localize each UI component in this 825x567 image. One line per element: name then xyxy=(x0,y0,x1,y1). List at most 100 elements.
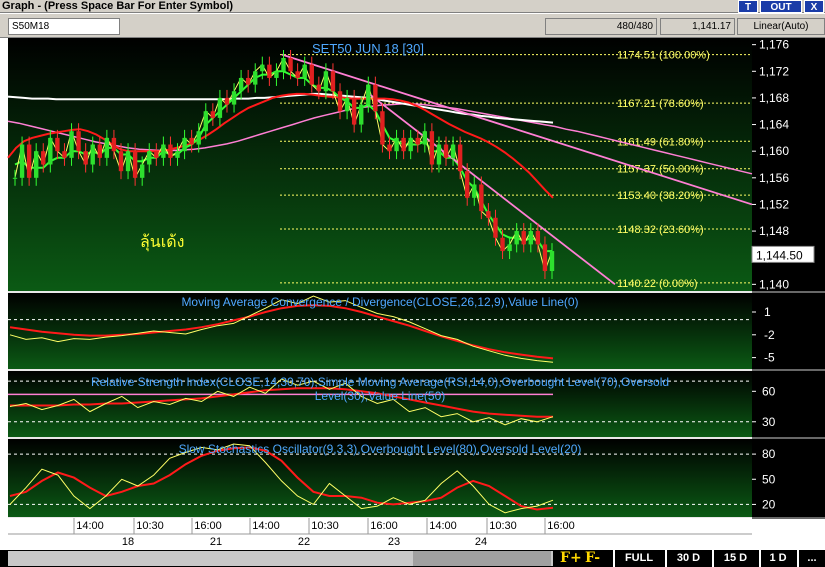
candle-body xyxy=(436,144,442,165)
rsi-label-line2: Level(30),Value Line(50) xyxy=(315,389,446,403)
fib-label: 1174.51 (100.00%) xyxy=(617,50,710,62)
stoch-label: Slow Stochastics Oscillator(9,3,3),Overb… xyxy=(179,442,582,456)
candle-body xyxy=(443,144,449,158)
macd-axis-strip xyxy=(752,293,825,371)
x-time-label: 10:30 xyxy=(311,520,339,532)
toggle-button[interactable]: T xyxy=(738,0,758,13)
fib-label: 1140.22 (0.00%) xyxy=(617,278,698,290)
candle-body xyxy=(147,151,152,165)
price-ytick-label: 1,176 xyxy=(759,38,789,52)
price-ytick-label: 1,168 xyxy=(759,91,789,105)
candle-body xyxy=(118,151,124,172)
window-titlebar: Graph - (Press Space Bar For Enter Symbo… xyxy=(0,0,825,13)
rsi-ytick-label: 30 xyxy=(762,415,776,429)
price-ytick-label: 1,148 xyxy=(759,224,789,238)
candle-body xyxy=(12,177,18,179)
candle-body xyxy=(182,137,187,152)
range-more-button[interactable]: ... xyxy=(797,550,825,567)
candle-body xyxy=(281,57,286,72)
x-time-label: 16:00 xyxy=(194,520,222,532)
stoch-ytick-label: 50 xyxy=(762,472,776,486)
candle-body xyxy=(267,64,272,78)
candle-body xyxy=(19,144,25,178)
chart-area[interactable]: 1174.51 (100.00%) 1167.21 (78.60%) 1161.49… xyxy=(0,38,825,550)
candle-body xyxy=(104,137,110,158)
candle-body xyxy=(203,111,208,132)
macd-ytick-label: -5 xyxy=(764,351,775,365)
stoch-ytick-label: 80 xyxy=(762,447,776,461)
candle-body xyxy=(330,71,336,92)
candle-body xyxy=(111,137,117,152)
candle-body xyxy=(175,151,180,158)
candle-body xyxy=(514,231,519,245)
price-ytick-label: 1,164 xyxy=(759,118,789,132)
candle-body xyxy=(274,71,279,78)
range-full-button[interactable]: FULL xyxy=(613,550,663,567)
macd-ytick-label: -2 xyxy=(764,328,775,342)
candle-body xyxy=(351,97,357,125)
range-15d-button[interactable]: 15 D xyxy=(712,550,757,567)
macd-ytick-label: 1 xyxy=(764,305,771,319)
x-time-label: 10:30 xyxy=(136,520,164,532)
candle-body xyxy=(189,137,194,145)
candle-body xyxy=(231,91,237,105)
range-1d-button[interactable]: 1 D xyxy=(759,550,795,567)
rsi-axis-strip xyxy=(752,371,825,439)
close-button[interactable]: X xyxy=(804,0,824,13)
left-margin xyxy=(0,38,8,550)
range-30d-button[interactable]: 30 D xyxy=(665,550,710,567)
candle-body xyxy=(542,244,548,272)
candle-body xyxy=(521,231,526,245)
window-title: Graph - (Press Space Bar For Enter Symbo… xyxy=(2,0,234,12)
candle-body xyxy=(210,111,216,118)
rsi-ytick-label: 60 xyxy=(762,384,776,398)
candle-body xyxy=(83,151,88,165)
candle-body xyxy=(394,137,399,152)
candle-body xyxy=(76,131,81,152)
x-time-label: 14:00 xyxy=(252,520,280,532)
last-price-label: 1,144.50 xyxy=(756,248,803,262)
candle-body xyxy=(373,84,378,112)
x-time-label: 14:00 xyxy=(76,520,104,532)
candle-body xyxy=(344,97,350,112)
zoom-in-button[interactable]: F+ xyxy=(560,550,582,567)
candle-body xyxy=(245,77,251,85)
bar-count: 480/480 xyxy=(545,18,657,35)
candle-body xyxy=(380,111,385,145)
fib-label: 1153.40 (38.20%) xyxy=(617,190,704,202)
candle-body xyxy=(493,217,498,238)
candle-body xyxy=(422,131,428,145)
x-day-label: 23 xyxy=(388,536,400,548)
candle-body xyxy=(168,144,173,158)
candle-body xyxy=(323,71,329,92)
candle-body xyxy=(528,231,534,245)
out-button[interactable]: OUT xyxy=(760,0,802,13)
x-time-label: 10:30 xyxy=(489,520,517,532)
candle-body xyxy=(90,144,95,165)
chart-title: SET50 JUN 18 [30] xyxy=(312,41,424,56)
candle-body xyxy=(500,237,505,252)
candle-body xyxy=(55,137,60,152)
candle-body xyxy=(309,64,314,85)
candle-body xyxy=(33,151,39,178)
price-ytick-label: 1,172 xyxy=(759,64,789,78)
zoom-out-button[interactable]: F- xyxy=(585,550,600,567)
scale-mode-select[interactable]: Linear(Auto) xyxy=(737,18,825,35)
time-scrollbar-thumb[interactable] xyxy=(413,551,551,566)
x-day-label: 18 xyxy=(122,536,134,548)
x-day-label: 21 xyxy=(210,536,222,548)
price-ytick-label: 1,160 xyxy=(759,144,789,158)
chart-annotation: ลุ้นเด้ง xyxy=(140,233,184,252)
candle-body xyxy=(97,144,102,158)
candle-body xyxy=(154,151,159,158)
candle-body xyxy=(48,137,53,165)
price-ytick-label: 1,140 xyxy=(759,277,789,291)
candle-body xyxy=(507,244,512,252)
candle-body xyxy=(457,144,463,172)
candle-body xyxy=(224,97,230,105)
x-time-label: 14:00 xyxy=(429,520,457,532)
candle-body xyxy=(465,171,470,198)
candle-body xyxy=(366,84,371,105)
symbol-input[interactable]: S50M18 xyxy=(8,18,120,35)
navigation-bar: F+ F- FULL 30 D 15 D 1 D ... xyxy=(0,550,825,567)
